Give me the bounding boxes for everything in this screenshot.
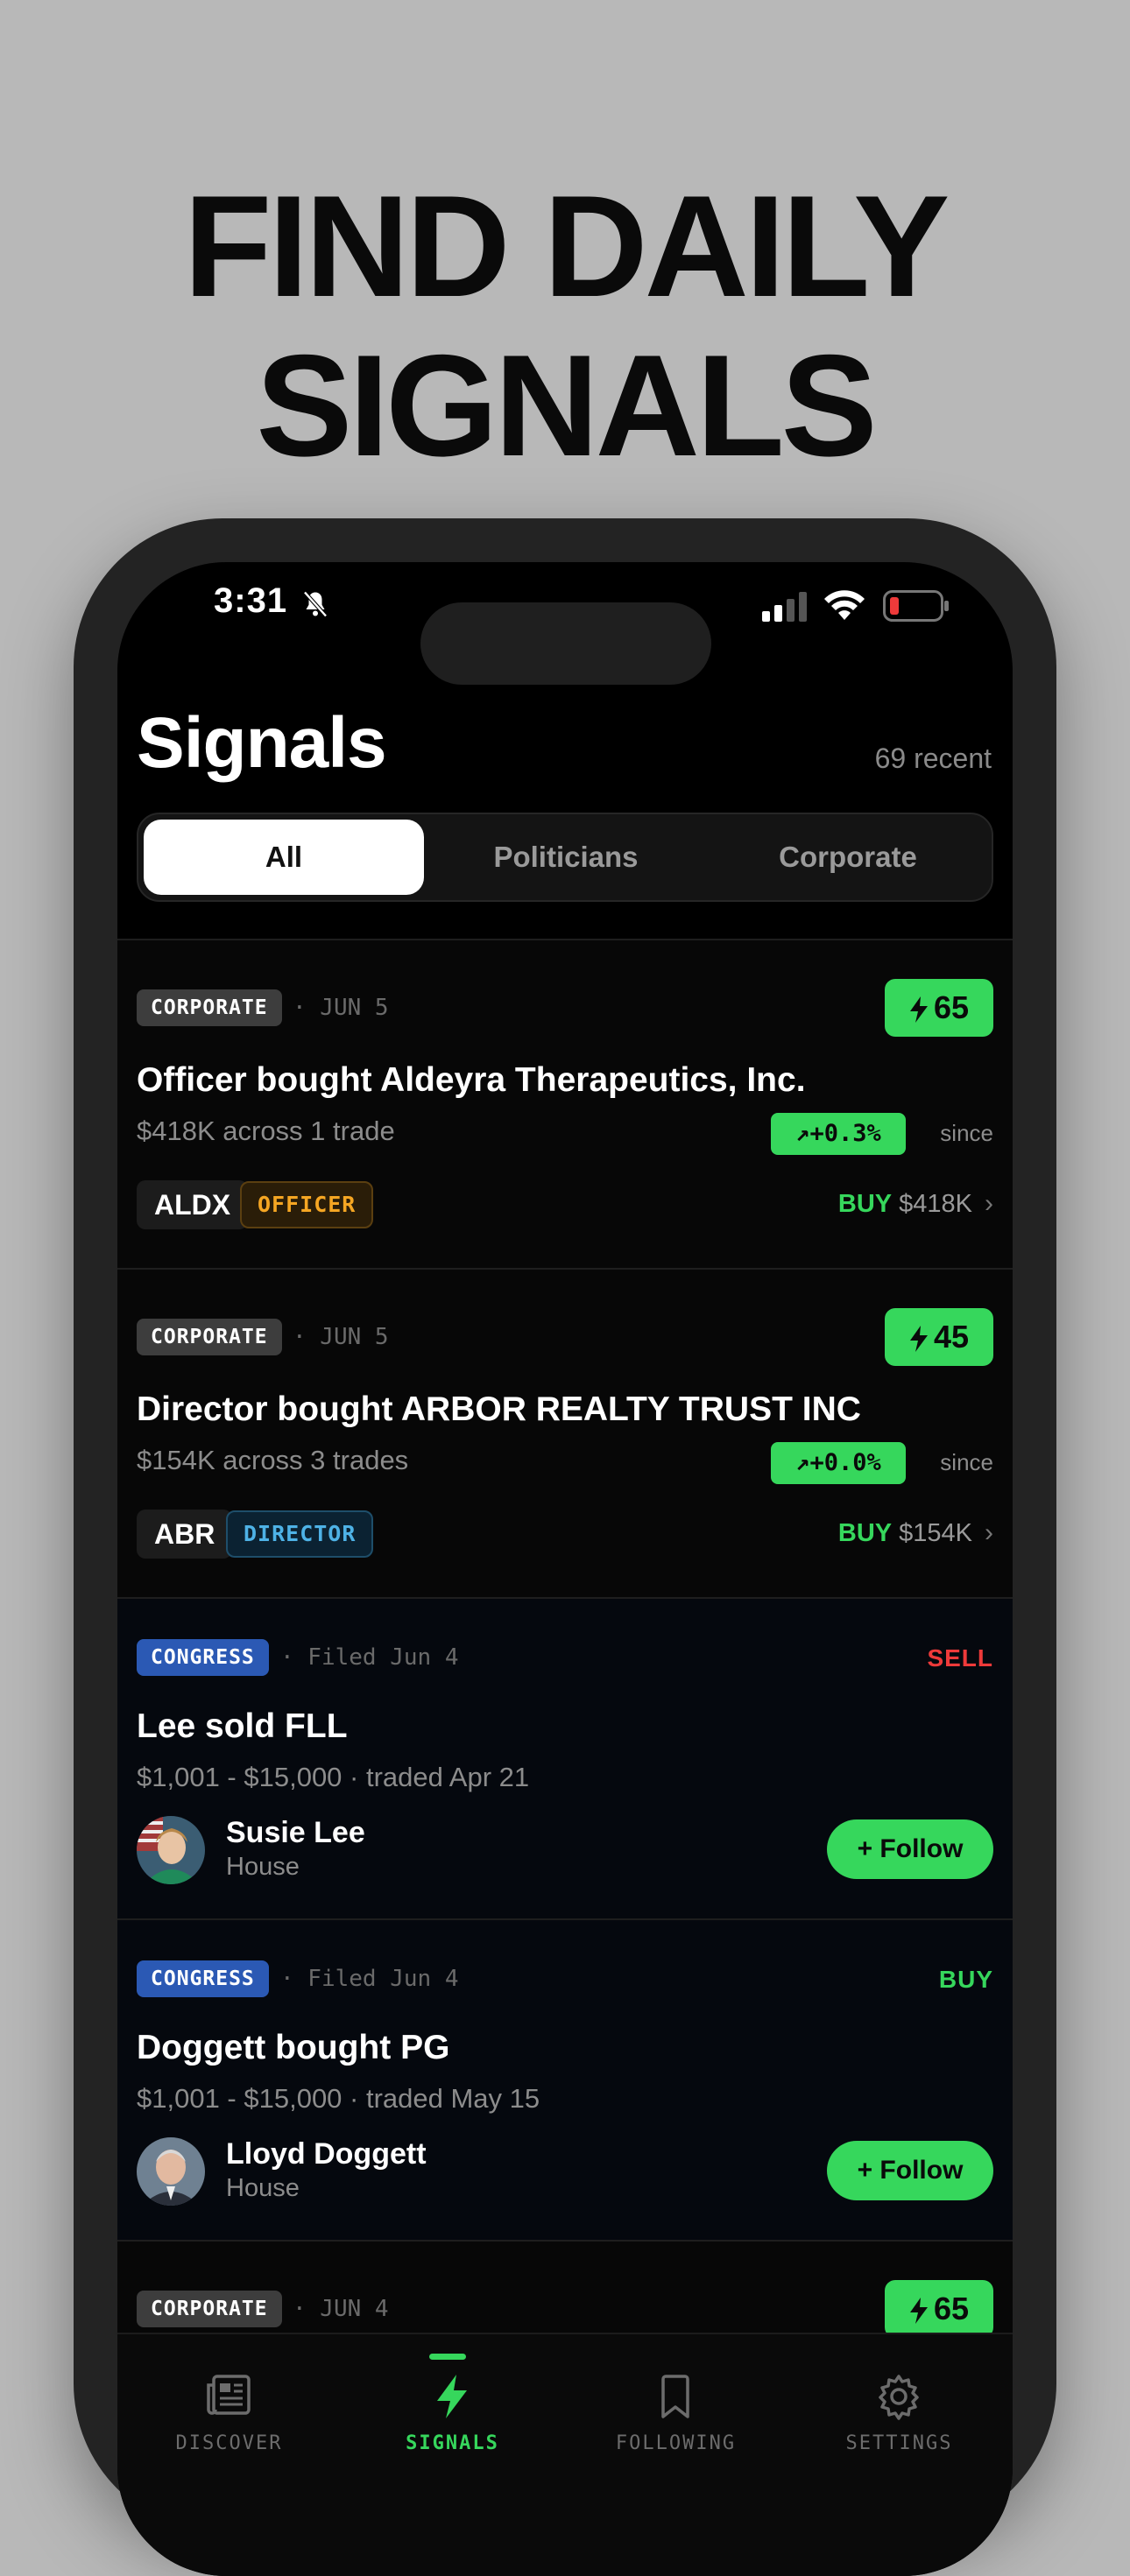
tab-label: SIGNALS (406, 2432, 499, 2454)
role-chip: DIRECTOR (226, 1510, 374, 1558)
score-value: 45 (933, 1319, 970, 1355)
person-chamber: House (226, 1853, 300, 1881)
performance-badge: ↗+0.3% (771, 1113, 906, 1155)
bolt-icon (909, 2298, 928, 2324)
trade-summary[interactable]: BUY $154K › (838, 1518, 993, 1548)
recent-count: 69 recent (874, 743, 992, 774)
follow-button[interactable]: + Follow (827, 1819, 993, 1879)
signal-subtitle: $1,001 - $15,000 · traded May 15 (137, 2083, 540, 2114)
score-value: 65 (933, 989, 970, 1025)
signal-title: Director bought ARBOR REALTY TRUST INC (137, 1390, 861, 1428)
phone-frame: 3:31 Signals 69 recent All Politicians C… (74, 518, 1056, 2576)
avatar[interactable] (137, 2137, 205, 2206)
signal-score: 45 (885, 1308, 993, 1366)
avatar[interactable] (137, 1816, 205, 1884)
tab-all[interactable]: All (144, 820, 424, 895)
tab-corporate[interactable]: Corporate (708, 820, 988, 895)
performance-badge: ↗+0.0% (771, 1442, 906, 1484)
ticker-chip[interactable]: ALDX (137, 1180, 249, 1229)
ticker-chip[interactable]: ABR (137, 1510, 233, 1559)
headline-line-1: FIND DAILY (183, 165, 950, 327)
filter-tabs: All Politicians Corporate (137, 813, 993, 902)
trade-action: SELL (927, 1644, 993, 1672)
corporate-badge: CORPORATE (137, 989, 282, 1026)
bolt-icon (909, 1326, 928, 1352)
trend-up-icon: ↗ (795, 1449, 810, 1476)
app-screen: 3:31 Signals 69 recent All Politicians C… (117, 562, 1013, 2576)
bookmark-icon (652, 2373, 699, 2425)
gear-icon (875, 2373, 922, 2425)
congress-badge: CONGRESS (137, 1639, 269, 1676)
signal-subtitle: $1,001 - $15,000 · traded Apr 21 (137, 1762, 530, 1792)
tab-settings[interactable]: SETTINGS (787, 2334, 1011, 2457)
newspaper-icon (205, 2373, 252, 2421)
status-time: 3:31 (214, 581, 288, 620)
chevron-right-icon: › (985, 1518, 993, 1547)
signal-title: Lee sold FLL (137, 1707, 348, 1745)
bell-muted-icon (300, 588, 331, 624)
tab-signals[interactable]: SIGNALS (341, 2334, 564, 2457)
person-name: Susie Lee (226, 1816, 365, 1849)
dynamic-island (420, 602, 711, 685)
corporate-badge: CORPORATE (137, 2291, 282, 2327)
battery-low-icon (883, 590, 950, 626)
trade-amount: $418K (899, 1190, 972, 1218)
tab-label: SETTINGS (845, 2432, 953, 2454)
tab-politicians[interactable]: Politicians (426, 820, 706, 895)
filing-date: · Filed Jun 4 (280, 1966, 459, 1992)
filing-date: · JUN 5 (293, 995, 389, 1021)
since-label: since (940, 1449, 993, 1475)
headline-line-2: SIGNALS (256, 325, 877, 486)
chevron-right-icon: › (985, 1189, 993, 1218)
score-value: 65 (933, 2291, 970, 2326)
cellular-signal-icon (762, 592, 811, 626)
signal-score: 65 (885, 2280, 993, 2338)
tab-label: DISCOVER (175, 2432, 283, 2454)
trade-amount: $154K (899, 1519, 972, 1547)
since-label: since (940, 1120, 993, 1146)
promo-headline: FIND DAILY SIGNALS (0, 166, 1130, 485)
signal-title: Doggett bought PG (137, 2029, 450, 2066)
trade-side: BUY (837, 1519, 893, 1547)
trade-side: BUY (837, 1190, 893, 1218)
trend-up-icon: ↗ (795, 1120, 810, 1147)
bolt-icon (428, 2373, 476, 2425)
role-chip: OFFICER (240, 1181, 374, 1228)
signal-card[interactable]: CORPORATE · JUN 5 45 Director bought ARB… (117, 1268, 1013, 1597)
filing-date: · JUN 4 (293, 2296, 389, 2322)
follow-button[interactable]: + Follow (827, 2141, 993, 2200)
signal-card[interactable]: CORPORATE · JUN 5 65 Officer bought Alde… (117, 939, 1013, 1268)
performance-value: +0.0% (809, 1449, 881, 1476)
signal-subtitle: $154K across 3 trades (137, 1445, 409, 1475)
tab-label: FOLLOWING (615, 2432, 737, 2454)
signal-title: Officer bought Aldeyra Therapeutics, Inc… (137, 1061, 806, 1099)
bolt-icon (909, 996, 928, 1023)
tab-following[interactable]: FOLLOWING (564, 2334, 787, 2457)
trade-summary[interactable]: BUY $418K › (838, 1189, 993, 1219)
signal-feed: CORPORATE · JUN 5 65 Officer bought Alde… (117, 939, 1013, 2569)
page-title: Signals (137, 703, 387, 783)
tab-discover[interactable]: DISCOVER (117, 2334, 341, 2457)
person-name: Lloyd Doggett (226, 2137, 427, 2171)
signal-card[interactable]: CONGRESS · Filed Jun 4 SELL Lee sold FLL… (117, 1597, 1013, 1918)
filing-date: · Filed Jun 4 (280, 1644, 459, 1671)
wifi-icon (823, 588, 865, 626)
signal-subtitle: $418K across 1 trade (137, 1116, 395, 1146)
congress-badge: CONGRESS (137, 1960, 269, 1997)
corporate-badge: CORPORATE (137, 1319, 282, 1355)
person-chamber: House (226, 2174, 300, 2202)
filing-date: · JUN 5 (293, 1324, 389, 1350)
performance-value: +0.3% (809, 1120, 881, 1147)
trade-action: BUY (938, 1966, 993, 1993)
bottom-tab-bar: DISCOVER SIGNALS FOLLOWING SETTINGS (117, 2333, 1013, 2576)
signal-score: 65 (885, 979, 993, 1037)
signal-card[interactable]: CONGRESS · Filed Jun 4 BUY Doggett bough… (117, 1918, 1013, 2240)
status-bar: 3:31 (117, 562, 1013, 685)
